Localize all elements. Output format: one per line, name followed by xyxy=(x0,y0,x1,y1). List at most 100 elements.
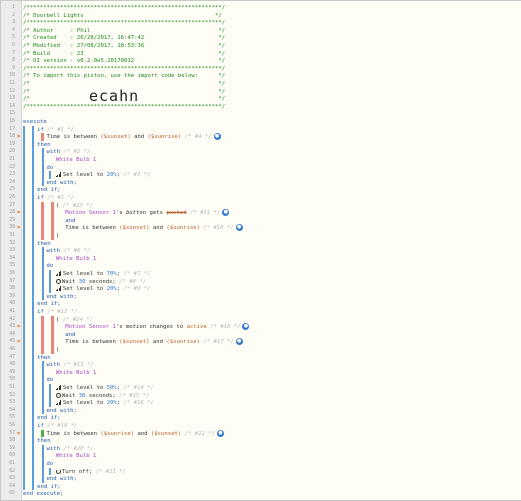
code-token: ($sunset) xyxy=(150,430,182,437)
code-token: do xyxy=(46,377,54,384)
code-token: /* #13 */ xyxy=(47,309,78,315)
code-token: active xyxy=(186,324,207,331)
code-token: and xyxy=(134,430,151,437)
code-token: Time is between xyxy=(46,134,101,141)
code-token: then xyxy=(37,438,51,445)
code-token: changes to xyxy=(146,324,187,331)
code-token: then xyxy=(37,354,51,361)
code-token: ($sunset) xyxy=(119,225,150,232)
code-token: /***************************************… xyxy=(23,65,226,72)
code-token: /* #16 */ xyxy=(123,400,154,407)
code-token: ($sunrise) xyxy=(166,225,201,232)
code-token: /* #24 */ xyxy=(62,316,93,323)
code-token: /* #13 */ xyxy=(63,362,94,369)
code-token: end with; xyxy=(46,407,77,414)
code-token: 20% xyxy=(106,400,117,407)
code-token: pushed xyxy=(166,210,187,217)
code-token: ; xyxy=(116,271,124,277)
info-icon[interactable]: ● xyxy=(213,133,221,141)
code-token: ( xyxy=(55,202,63,209)
code-token: /* #9 */ xyxy=(123,286,151,293)
code-token: 70% xyxy=(106,271,117,277)
code-token: 50% xyxy=(106,385,117,391)
code-token: /* #22 */ xyxy=(181,430,215,437)
code-token: with xyxy=(46,362,64,369)
code-token: /* UI version : v0.2.0e5.20170812 */ xyxy=(23,58,226,65)
code-token: ) xyxy=(55,233,60,239)
code-token: and xyxy=(65,217,76,224)
line-number: 65 xyxy=(9,491,15,497)
code-token: /***************************************… xyxy=(23,5,226,11)
info-icon[interactable]: ● xyxy=(216,429,224,437)
code-token: /* #14 */ xyxy=(123,385,154,391)
code-token: Motion Sensor 1 xyxy=(65,210,116,217)
code-token: /* Build : 23 */ xyxy=(23,50,226,57)
code-text: end execute; xyxy=(23,490,63,498)
code-token: end with; xyxy=(46,179,77,186)
code-token: then xyxy=(37,141,51,148)
code-token: do xyxy=(46,263,54,270)
code-token: /* #18 */ xyxy=(206,324,241,331)
code-token: Time is between xyxy=(65,225,120,232)
code-token: Motion Sensor 1 xyxy=(65,324,116,331)
info-icon[interactable]: ● xyxy=(235,224,243,232)
code-token: /* Created : 26/28/2017, 16:47:42 */ xyxy=(23,35,226,42)
signal-bars-icon xyxy=(55,286,62,292)
signal-bars-icon xyxy=(55,400,62,406)
code-token: gets xyxy=(146,210,167,217)
code-token: end with; xyxy=(46,476,77,483)
code-token: then xyxy=(37,240,51,247)
code-token: end if; xyxy=(37,301,61,308)
code-token: end with; xyxy=(46,293,77,300)
code-token: with xyxy=(46,445,64,452)
code-token: do xyxy=(46,164,54,171)
power-icon xyxy=(55,468,61,474)
code-token: do xyxy=(46,461,54,467)
code-token: and xyxy=(149,339,167,346)
code-token: and xyxy=(65,331,76,338)
code-token: motion xyxy=(125,324,147,331)
code-token: ($sunrise) xyxy=(147,134,182,141)
code-line: 65 end execute; xyxy=(1,490,521,498)
code-token: Set level to xyxy=(62,286,107,293)
code-token: /* Modified : 27/08/2017, 18:53:36 */ xyxy=(23,43,226,49)
code-token: 's xyxy=(115,210,126,217)
code-token: /* #15 */ xyxy=(119,392,150,399)
code-token: ($sunset) xyxy=(119,339,150,346)
info-icon[interactable]: ● xyxy=(242,323,250,331)
code-token: Time is between xyxy=(65,339,120,346)
code-token: /* #2 */ xyxy=(63,149,91,156)
code-token: end if; xyxy=(37,415,61,422)
info-icon[interactable]: ● xyxy=(222,209,230,217)
code-token: Set level to xyxy=(62,400,107,407)
code-token: ($sunrise) xyxy=(100,430,135,437)
code-token: execute xyxy=(23,119,47,125)
code-token: /* Doorbell Lights */ xyxy=(23,12,222,19)
code-token: /* To import this piston, use the import… xyxy=(23,73,226,80)
code-token: /* #3 */ xyxy=(123,172,151,179)
code-token: end execute; xyxy=(23,491,64,498)
code-token: /* #19 */ xyxy=(47,423,78,429)
code-token: /* #23 */ xyxy=(62,202,93,209)
code-token: ) xyxy=(55,347,60,353)
code-token: seconds; xyxy=(85,278,120,285)
code-token: /* #10 */ xyxy=(200,225,234,232)
code-token: Set level to xyxy=(62,385,107,391)
code-token: ($sunset) xyxy=(100,134,131,141)
code-token: with xyxy=(46,149,64,156)
code-token: Turn off; xyxy=(61,468,96,475)
code-token: end if; xyxy=(37,483,61,490)
code-token: /* #20 */ xyxy=(63,445,94,452)
code-token: /* #4 */ xyxy=(181,134,212,141)
code-token: /* Author : Phil */ xyxy=(23,27,226,34)
code-token: and xyxy=(130,134,148,141)
code-token: ; xyxy=(116,172,124,179)
code-token: end if; xyxy=(37,187,61,194)
handwritten-scribble: ecahn xyxy=(89,87,140,105)
code-token: if xyxy=(37,423,48,429)
code-token: /***************************************… xyxy=(23,20,226,27)
code-token: if xyxy=(37,126,48,133)
code-token: and xyxy=(149,225,167,232)
code-token: 's xyxy=(115,324,126,331)
info-icon[interactable]: ● xyxy=(235,338,243,346)
